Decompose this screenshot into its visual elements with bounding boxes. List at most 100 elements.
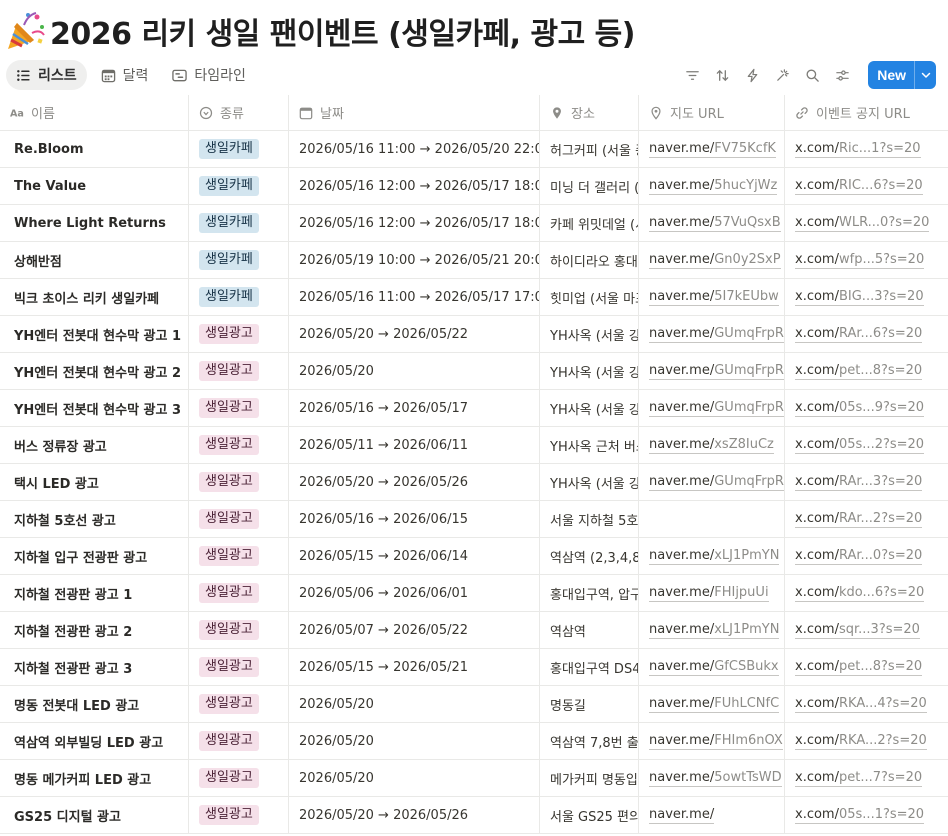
table-row[interactable]: 지하철 전광판 광고 3 생일광고 2026/05/15 → 2026/05/21 홍… <box>0 649 948 686</box>
table-row[interactable]: 지하철 입구 전광판 광고 생일광고 2026/05/15 → 2026/06/14… <box>0 538 948 575</box>
row-map-url[interactable]: naver.me/xsZ8IuCz <box>639 427 785 463</box>
row-place[interactable]: 서울 GS25 편의 <box>540 797 639 833</box>
row-map-url[interactable]: naver.me/GfCSBukx <box>639 649 785 685</box>
row-place[interactable]: 메가커피 명동입 <box>540 760 639 796</box>
row-date[interactable]: 2026/05/20 <box>289 686 540 722</box>
row-notice-url[interactable]: x.com/BIG...3?s=20 <box>785 279 948 315</box>
row-name[interactable]: YH엔터 전봇대 현수막 광고 1 <box>0 316 189 352</box>
row-date[interactable]: 2026/05/16 12:00 → 2026/05/17 18:00 <box>289 205 540 241</box>
row-name[interactable]: Re.Bloom <box>0 131 189 167</box>
tab-list[interactable]: 리스트 <box>6 60 87 90</box>
notice-link[interactable]: x.com/pet...8?s=20 <box>795 363 923 380</box>
map-link[interactable]: naver.me/xLJ1PmYN <box>649 622 780 639</box>
row-type[interactable]: 생일광고 <box>189 427 289 463</box>
notice-link[interactable]: x.com/kdo...6?s=20 <box>795 585 925 602</box>
row-type[interactable]: 생일광고 <box>189 797 289 833</box>
row-type[interactable]: 생일광고 <box>189 501 289 537</box>
row-map-url[interactable]: naver.me/FUhLCNfC <box>639 686 785 722</box>
row-notice-url[interactable]: x.com/RKA...4?s=20 <box>785 686 948 722</box>
notice-link[interactable]: x.com/wfp...5?s=20 <box>795 252 925 269</box>
table-row[interactable]: 지하철 5호선 광고 생일광고 2026/05/16 → 2026/06/15 서울 … <box>0 501 948 538</box>
search-icon[interactable] <box>798 61 826 89</box>
row-map-url[interactable]: naver.me/5owtTsWD <box>639 760 785 796</box>
map-link[interactable]: naver.me/xLJ1PmYN <box>649 548 780 565</box>
filter-icon[interactable] <box>678 61 706 89</box>
row-notice-url[interactable]: x.com/WLR...0?s=20 <box>785 205 948 241</box>
row-type[interactable]: 생일카페 <box>189 242 289 278</box>
row-name[interactable]: 지하철 전광판 광고 2 <box>0 612 189 648</box>
notice-link[interactable]: x.com/WLR...0?s=20 <box>795 215 930 232</box>
row-type[interactable]: 생일광고 <box>189 464 289 500</box>
row-place[interactable]: YH사옥 (서울 강 <box>540 353 639 389</box>
row-place[interactable]: YH사옥 (서울 강 <box>540 316 639 352</box>
column-header-map-url[interactable]: 지도 URL <box>639 95 785 130</box>
row-date[interactable]: 2026/05/20 → 2026/05/26 <box>289 797 540 833</box>
row-date[interactable]: 2026/05/19 10:00 → 2026/05/21 20:00 <box>289 242 540 278</box>
notice-link[interactable]: x.com/pet...8?s=20 <box>795 659 923 676</box>
row-type[interactable]: 생일카페 <box>189 131 289 167</box>
row-place[interactable]: 명동길 <box>540 686 639 722</box>
automation-icon[interactable] <box>738 61 766 89</box>
row-map-url[interactable]: naver.me/5I7kEUbw <box>639 279 785 315</box>
row-name[interactable]: YH엔터 전봇대 현수막 광고 2 <box>0 353 189 389</box>
row-map-url[interactable]: naver.me/57VuQsxB <box>639 205 785 241</box>
row-map-url[interactable]: naver.me/GUmqFrpR <box>639 390 785 426</box>
row-notice-url[interactable]: x.com/pet...8?s=20 <box>785 353 948 389</box>
row-notice-url[interactable]: x.com/RAr...3?s=20 <box>785 464 948 500</box>
row-place[interactable]: 홍대입구역, 압구 <box>540 575 639 611</box>
table-row[interactable]: Re.Bloom 생일카페 2026/05/16 11:00 → 2026/05/2… <box>0 131 948 168</box>
row-place[interactable]: 카페 위밋데얼 (서 <box>540 205 639 241</box>
map-link[interactable]: naver.me/FHIjpuUi <box>649 585 769 602</box>
row-map-url[interactable]: naver.me/FHIm6nOX <box>639 723 785 759</box>
table-row[interactable]: 지하철 전광판 광고 1 생일광고 2026/05/06 → 2026/06/01 홍… <box>0 575 948 612</box>
column-header-notice-url[interactable]: 이벤트 공지 URL <box>785 95 948 130</box>
row-place[interactable]: YH사옥 (서울 강 <box>540 390 639 426</box>
row-date[interactable]: 2026/05/06 → 2026/06/01 <box>289 575 540 611</box>
row-notice-url[interactable]: x.com/RAr...0?s=20 <box>785 538 948 574</box>
row-date[interactable]: 2026/05/16 11:00 → 2026/05/17 17:00 <box>289 279 540 315</box>
row-place[interactable]: 역삼역 7,8번 출구 <box>540 723 639 759</box>
row-map-url[interactable]: naver.me/5hucYjWz <box>639 168 785 204</box>
row-name[interactable]: 역삼역 외부빌딩 LED 광고 <box>0 723 189 759</box>
row-map-url[interactable]: naver.me/GUmqFrpR <box>639 464 785 500</box>
table-row[interactable]: YH엔터 전봇대 현수막 광고 3 생일광고 2026/05/16 → 2026/0… <box>0 390 948 427</box>
row-type[interactable]: 생일광고 <box>189 649 289 685</box>
row-date[interactable]: 2026/05/16 → 2026/06/15 <box>289 501 540 537</box>
row-type[interactable]: 생일광고 <box>189 686 289 722</box>
row-map-url[interactable] <box>639 501 785 537</box>
row-notice-url[interactable]: x.com/wfp...5?s=20 <box>785 242 948 278</box>
table-row[interactable]: The Value 생일카페 2026/05/16 12:00 → 2026/05/… <box>0 168 948 205</box>
row-notice-url[interactable]: x.com/RAr...6?s=20 <box>785 316 948 352</box>
column-header-type[interactable]: 종류 <box>189 95 289 130</box>
column-header-name[interactable]: Aa 이름 <box>0 95 189 130</box>
table-row[interactable]: 상해반점 생일카페 2026/05/19 10:00 → 2026/05/21 20… <box>0 242 948 279</box>
table-row[interactable]: YH엔터 전봇대 현수막 광고 1 생일광고 2026/05/20 → 2026/0… <box>0 316 948 353</box>
row-place[interactable]: 힛미업 (서울 마포 <box>540 279 639 315</box>
column-header-place[interactable]: 장소 <box>540 95 639 130</box>
column-header-date[interactable]: 날짜 <box>289 95 540 130</box>
row-name[interactable]: 명동 전봇대 LED 광고 <box>0 686 189 722</box>
map-link[interactable]: naver.me/GUmqFrpR <box>649 363 784 380</box>
row-map-url[interactable]: naver.me/GUmqFrpR <box>639 353 785 389</box>
row-map-url[interactable]: naver.me/xLJ1PmYN <box>639 538 785 574</box>
table-row[interactable]: 명동 메가커피 LED 광고 생일광고 2026/05/20 메가커피 명동입 nave… <box>0 760 948 797</box>
row-notice-url[interactable]: x.com/pet...8?s=20 <box>785 649 948 685</box>
map-link[interactable]: naver.me/GUmqFrpR <box>649 474 784 491</box>
table-row[interactable]: 빅크 초이스 리키 생일카페 생일카페 2026/05/16 11:00 → 202… <box>0 279 948 316</box>
notice-link[interactable]: x.com/RKA...2?s=20 <box>795 733 927 750</box>
party-popper-icon[interactable] <box>4 9 48 53</box>
row-place[interactable]: 미닝 더 갤러리 ( <box>540 168 639 204</box>
map-link[interactable]: naver.me/5owtTsWD <box>649 770 782 787</box>
table-row[interactable]: 역삼역 외부빌딩 LED 광고 생일광고 2026/05/20역삼역 7,8번 출구… <box>0 723 948 760</box>
map-link[interactable]: naver.me/57VuQsxB <box>649 215 781 232</box>
notice-link[interactable]: x.com/05s...1?s=20 <box>795 807 925 824</box>
row-place[interactable]: 홍대입구역 DS4 <box>540 649 639 685</box>
map-link[interactable]: naver.me/Gn0y2SxP <box>649 252 781 269</box>
row-place[interactable]: 역삼역 (2,3,4,8번 <box>540 538 639 574</box>
row-place[interactable]: 서울 지하철 5호 <box>540 501 639 537</box>
tab-timeline[interactable]: 타임라인 <box>162 60 256 90</box>
map-link[interactable]: naver.me/GUmqFrpR <box>649 400 784 417</box>
row-date[interactable]: 2026/05/20 <box>289 760 540 796</box>
table-row[interactable]: Where Light Returns 생일카페 2026/05/16 12:00 … <box>0 205 948 242</box>
row-map-url[interactable]: naver.me/ <box>639 797 785 833</box>
